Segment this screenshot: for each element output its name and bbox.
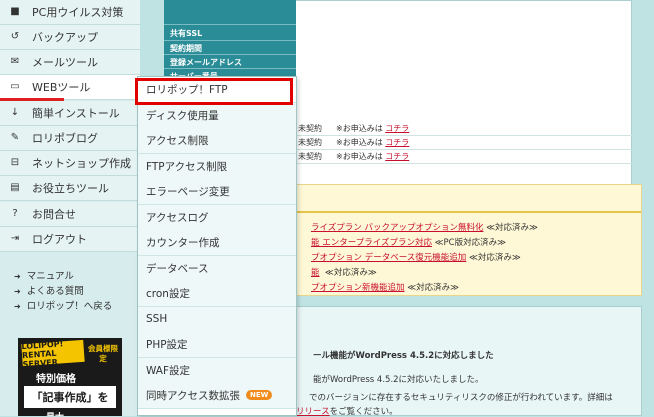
sidebar-item-logout[interactable]: ⇥ ログアウト bbox=[0, 227, 140, 252]
sidebar-links: ➜ マニュアル ➜ よくある質問 ➜ ロリポップ！へ戻る bbox=[14, 268, 112, 313]
divider bbox=[164, 54, 296, 55]
menu-item-access-log[interactable]: アクセスログ bbox=[138, 205, 296, 231]
shield-icon: ■ bbox=[10, 6, 20, 18]
webtool-dropdown-menu: ロリポップ！FTP ディスク使用量 アクセス制限 FTPアクセス制限 エラーペー… bbox=[137, 76, 297, 416]
menu-item-error-page[interactable]: エラーページ変更 bbox=[138, 179, 296, 205]
new-badge: NEW bbox=[245, 390, 273, 401]
cart-icon: ⊟ bbox=[10, 157, 20, 169]
list-item: プオプション データベース復元機能追加 ≪対応済み≫ bbox=[311, 253, 521, 263]
news-headline: ール機能がWordPress 4.5.2に対応しました bbox=[313, 351, 494, 361]
divider bbox=[164, 68, 296, 69]
arrow-right-icon: ➜ bbox=[14, 272, 21, 281]
apply-link[interactable]: コチラ bbox=[385, 151, 409, 162]
list-item: 能 エンタープライズプラン対応 ≪PC版対応済み≫ bbox=[311, 238, 507, 248]
download-icon: ↓ bbox=[10, 107, 20, 119]
menu-item-ftp-access-limit[interactable]: FTPアクセス制限 bbox=[138, 154, 296, 180]
menu-item-disk-usage[interactable]: ディスク使用量 bbox=[138, 103, 296, 129]
promo-banner[interactable]: LOLIPOP! RENTAL SERVER 会員様限定 特別価格 「記事作成」… bbox=[18, 338, 122, 416]
banner-catch-2: 最大 bbox=[46, 410, 64, 416]
banner-price: 特別価格 bbox=[36, 374, 76, 385]
list-item: プオプション新機能追加 ≪対応済み≫ bbox=[311, 283, 460, 293]
sidebar-item-label: ロリポブログ bbox=[32, 131, 98, 145]
logout-icon: ⇥ bbox=[10, 233, 20, 245]
list-item: 能 ≪対応済み≫ bbox=[311, 268, 377, 278]
menu-item-ssh[interactable]: SSH bbox=[138, 307, 296, 333]
sidebar-item-blog[interactable]: ✎ ロリポブログ bbox=[0, 126, 140, 151]
sidebar-item-label: WEBツール bbox=[32, 80, 91, 94]
edit-icon: ✎ bbox=[10, 132, 20, 144]
contract-list: 未契約 ※お申込みは コチラ 未契約 ※お申込みは コチラ 未契約 ※お申込みは… bbox=[296, 122, 632, 164]
divider bbox=[164, 40, 296, 41]
divider bbox=[164, 24, 296, 25]
banner-catch: 「記事作成」を bbox=[24, 386, 116, 408]
mail-icon: ✉ bbox=[10, 56, 20, 68]
sidebar-item-label: メールツール bbox=[32, 55, 98, 69]
notice-list: ライズプラン バックアップオプション無料化 ≪対応済み≫ 能 エンタープライズプ… bbox=[311, 221, 538, 296]
sidebar-item-label: お役立ちツール bbox=[32, 181, 109, 195]
banner-logo: LOLIPOP! RENTAL SERVER bbox=[21, 339, 85, 369]
sidebar-item-backup[interactable]: ↺ バックアップ bbox=[0, 25, 140, 50]
sidebar-item-tools[interactable]: ▤ お役立ちツール bbox=[0, 176, 140, 201]
menu-item-access-limit[interactable]: アクセス制限 bbox=[138, 128, 296, 154]
menu-item-database[interactable]: データベース bbox=[138, 256, 296, 282]
question-icon: ? bbox=[12, 208, 18, 220]
sidebar-item-label: 簡単インストール bbox=[32, 106, 120, 120]
table-row: 未契約 ※お申込みは コチラ bbox=[296, 150, 632, 164]
banner-member-badge: 会員様限定 bbox=[88, 344, 118, 363]
table-row: 未契約 ※お申込みは コチラ bbox=[296, 122, 632, 136]
menu-item-php[interactable]: PHP設定 bbox=[138, 332, 296, 358]
backup-icon: ↺ bbox=[10, 31, 20, 43]
menu-item-cron[interactable]: cron設定 bbox=[138, 281, 296, 307]
news-body: 能がWordPress 4.5.2に対応いたしました。 bbox=[313, 375, 484, 385]
sidebar-item-label: ログアウト bbox=[32, 232, 87, 246]
arrow-right-icon: ➜ bbox=[14, 287, 21, 296]
apply-link[interactable]: コチラ bbox=[385, 123, 409, 134]
news-body: でのバージョンに存在するセキュリティリスクの修正が行われています。詳細は bbox=[309, 393, 613, 403]
sidebar-item-virus[interactable]: ■ PC用ウイルス対策 bbox=[0, 0, 140, 25]
sidebar-item-mail[interactable]: ✉ メールツール bbox=[0, 50, 140, 75]
sidebar: ■ PC用ウイルス対策 ↺ バックアップ ✉ メールツール ▭ WEBツール ↓… bbox=[0, 0, 140, 416]
apply-link[interactable]: コチラ bbox=[385, 137, 409, 148]
sidebar-item-label: ネットショップ作成 bbox=[32, 156, 131, 170]
sidebar-item-webtool[interactable]: ▭ WEBツール bbox=[0, 75, 140, 100]
sidebar-item-label: お問合せ bbox=[32, 207, 76, 221]
sidebar-item-shop[interactable]: ⊟ ネットショップ作成 bbox=[0, 151, 140, 176]
list-item: ライズプラン バックアップオプション無料化 ≪対応済み≫ bbox=[311, 223, 538, 233]
sidebar-item-contact[interactable]: ? お問合せ bbox=[0, 202, 140, 227]
sidebar-item-label: バックアップ bbox=[32, 30, 98, 44]
menu-item-counter[interactable]: カウンター作成 bbox=[138, 230, 296, 256]
arrow-right-icon: ➜ bbox=[14, 302, 21, 311]
monitor-icon: ▭ bbox=[10, 81, 20, 93]
sidebar-item-install[interactable]: ↓ 簡単インストール bbox=[0, 101, 140, 126]
link-faq[interactable]: ➜ よくある質問 bbox=[14, 283, 112, 298]
highlight-box bbox=[135, 78, 293, 105]
menu-item-waf[interactable]: WAF設定 bbox=[138, 358, 296, 384]
link-back[interactable]: ➜ ロリポップ！へ戻る bbox=[14, 298, 112, 313]
sidebar-item-label: PC用ウイルス対策 bbox=[32, 5, 124, 19]
table-row: 未契約 ※お申込みは コチラ bbox=[296, 136, 632, 150]
menu-item-concurrent-access[interactable]: 同時アクセス数拡張 NEW bbox=[138, 383, 296, 409]
link-manual[interactable]: ➜ マニュアル bbox=[14, 268, 112, 283]
book-icon: ▤ bbox=[10, 182, 20, 194]
